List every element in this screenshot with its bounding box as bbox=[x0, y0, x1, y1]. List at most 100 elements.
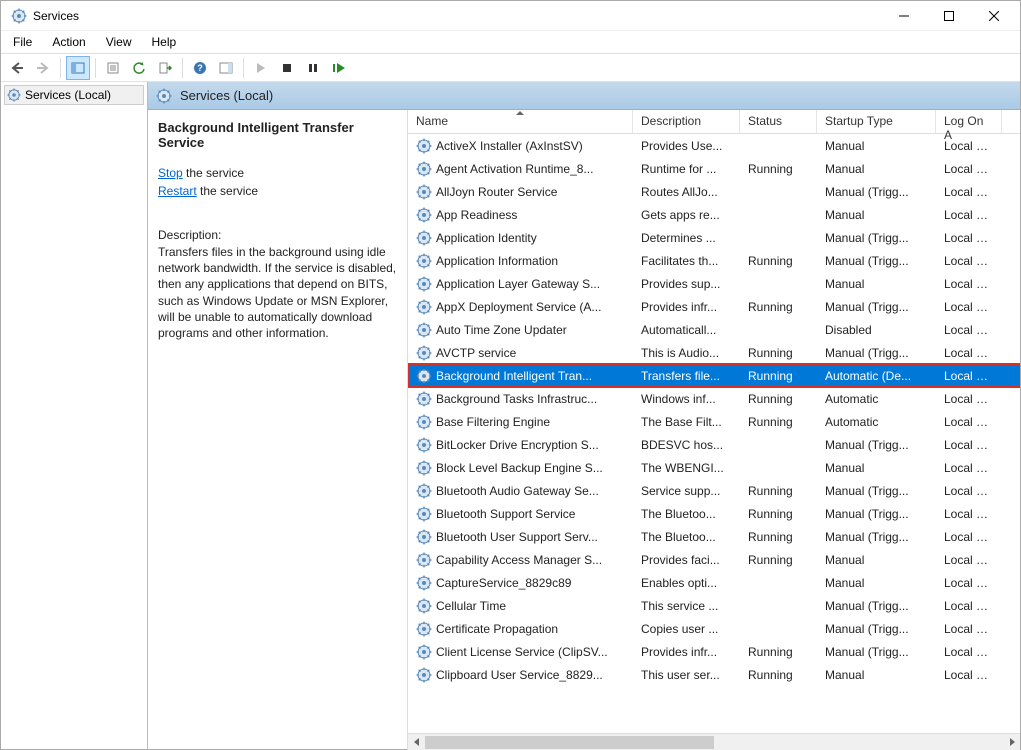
service-logon-cell: Local Sys bbox=[936, 622, 1002, 636]
table-row[interactable]: App Readiness Gets apps re... Manual Loc… bbox=[408, 203, 1020, 226]
gear-icon bbox=[416, 483, 432, 499]
tree-pane: Services (Local) bbox=[1, 82, 148, 750]
service-startup-cell: Manual bbox=[817, 277, 936, 291]
gear-icon bbox=[416, 460, 432, 476]
service-status-cell: Running bbox=[740, 369, 817, 383]
service-status-cell: Running bbox=[740, 254, 817, 268]
service-logon-cell: Local Ser bbox=[936, 323, 1002, 337]
table-row[interactable]: Background Intelligent Tran... Transfers… bbox=[408, 364, 1020, 387]
back-button[interactable] bbox=[5, 56, 29, 80]
service-name-cell: Base Filtering Engine bbox=[436, 415, 550, 429]
table-row[interactable]: Auto Time Zone Updater Automaticall... D… bbox=[408, 318, 1020, 341]
service-desc-cell: Runtime for ... bbox=[633, 162, 740, 176]
service-startup-cell: Manual (Trigg... bbox=[817, 185, 936, 199]
table-row[interactable]: Base Filtering Engine The Base Filt... R… bbox=[408, 410, 1020, 433]
col-header-description[interactable]: Description bbox=[633, 110, 740, 133]
table-row[interactable]: Application Layer Gateway S... Provides … bbox=[408, 272, 1020, 295]
stop-service-link[interactable]: Stop bbox=[158, 166, 183, 180]
restart-service-link[interactable]: Restart bbox=[158, 184, 197, 198]
gear-icon bbox=[416, 437, 432, 453]
table-row[interactable]: Block Level Backup Engine S... The WBENG… bbox=[408, 456, 1020, 479]
export-button[interactable] bbox=[153, 56, 177, 80]
service-desc-cell: Determines ... bbox=[633, 231, 740, 245]
table-row[interactable]: Cellular Time This service ... Manual (T… bbox=[408, 594, 1020, 617]
show-hide-action-button[interactable] bbox=[214, 56, 238, 80]
menu-action[interactable]: Action bbox=[42, 33, 95, 51]
gear-icon bbox=[416, 575, 432, 591]
menu-file[interactable]: File bbox=[3, 33, 42, 51]
table-row[interactable]: Background Tasks Infrastruc... Windows i… bbox=[408, 387, 1020, 410]
table-row[interactable]: AVCTP service This is Audio... Running M… bbox=[408, 341, 1020, 364]
table-row[interactable]: Capability Access Manager S... Provides … bbox=[408, 548, 1020, 571]
title-bar: Services bbox=[1, 1, 1020, 31]
right-pane: Services (Local) Background Intelligent … bbox=[148, 82, 1020, 750]
service-desc-cell: The Base Filt... bbox=[633, 415, 740, 429]
table-row[interactable]: BitLocker Drive Encryption S... BDESVC h… bbox=[408, 433, 1020, 456]
table-row[interactable]: CaptureService_8829c89 Enables opti... M… bbox=[408, 571, 1020, 594]
service-logon-cell: Local Ser bbox=[936, 185, 1002, 199]
menu-view[interactable]: View bbox=[96, 33, 142, 51]
service-logon-cell: Local Sys bbox=[936, 668, 1002, 682]
service-name-cell: Cellular Time bbox=[436, 599, 506, 613]
start-service-button[interactable] bbox=[249, 56, 273, 80]
table-row[interactable]: Application Information Facilitates th..… bbox=[408, 249, 1020, 272]
grid-body[interactable]: ActiveX Installer (AxInstSV) Provides Us… bbox=[408, 134, 1020, 733]
table-row[interactable]: Clipboard User Service_8829... This user… bbox=[408, 663, 1020, 686]
restart-service-button[interactable] bbox=[327, 56, 351, 80]
maximize-button[interactable] bbox=[926, 1, 971, 31]
service-startup-cell: Manual (Trigg... bbox=[817, 645, 936, 659]
help-button[interactable]: ? bbox=[188, 56, 212, 80]
minimize-button[interactable] bbox=[881, 1, 926, 31]
service-startup-cell: Manual (Trigg... bbox=[817, 346, 936, 360]
table-row[interactable]: Agent Activation Runtime_8... Runtime fo… bbox=[408, 157, 1020, 180]
col-header-logon[interactable]: Log On A bbox=[936, 110, 1002, 133]
service-logon-cell: Local Ser bbox=[936, 231, 1002, 245]
gear-icon bbox=[416, 322, 432, 338]
main-area: Services (Local) Services (Local) Backgr… bbox=[1, 82, 1020, 750]
service-name-cell: Application Information bbox=[436, 254, 558, 268]
refresh-button[interactable] bbox=[127, 56, 151, 80]
service-name-cell: ActiveX Installer (AxInstSV) bbox=[436, 139, 583, 153]
menu-help[interactable]: Help bbox=[142, 33, 187, 51]
service-logon-cell: Local Sys bbox=[936, 530, 1002, 544]
forward-button[interactable] bbox=[31, 56, 55, 80]
service-desc-cell: Windows inf... bbox=[633, 392, 740, 406]
table-row[interactable]: Bluetooth Support Service The Bluetoo...… bbox=[408, 502, 1020, 525]
service-desc-cell: Provides Use... bbox=[633, 139, 740, 153]
properties-button[interactable] bbox=[101, 56, 125, 80]
table-row[interactable]: Certificate Propagation Copies user ... … bbox=[408, 617, 1020, 640]
service-logon-cell: Local Sys bbox=[936, 576, 1002, 590]
col-header-status[interactable]: Status bbox=[740, 110, 817, 133]
table-row[interactable]: AllJoyn Router Service Routes AllJo... M… bbox=[408, 180, 1020, 203]
service-desc-cell: Provides infr... bbox=[633, 300, 740, 314]
service-startup-cell: Manual bbox=[817, 553, 936, 567]
table-row[interactable]: Bluetooth User Support Serv... The Bluet… bbox=[408, 525, 1020, 548]
gear-icon bbox=[416, 598, 432, 614]
service-name-cell: Agent Activation Runtime_8... bbox=[436, 162, 593, 176]
service-desc-cell: Enables opti... bbox=[633, 576, 740, 590]
service-name-cell: CaptureService_8829c89 bbox=[436, 576, 571, 590]
horizontal-scrollbar[interactable] bbox=[408, 733, 1020, 750]
scrollbar-thumb[interactable] bbox=[425, 736, 714, 749]
stop-service-button[interactable] bbox=[275, 56, 299, 80]
service-logon-cell: Local Ser bbox=[936, 507, 1002, 521]
service-logon-cell: Local Sys bbox=[936, 553, 1002, 567]
table-row[interactable]: ActiveX Installer (AxInstSV) Provides Us… bbox=[408, 134, 1020, 157]
tree-root-services-local[interactable]: Services (Local) bbox=[4, 85, 144, 105]
close-button[interactable] bbox=[971, 1, 1016, 31]
scroll-left-icon[interactable] bbox=[408, 734, 425, 750]
col-header-startup[interactable]: Startup Type bbox=[817, 110, 936, 133]
table-row[interactable]: Client License Service (ClipSV... Provid… bbox=[408, 640, 1020, 663]
service-name-cell: App Readiness bbox=[436, 208, 517, 222]
gear-icon bbox=[416, 391, 432, 407]
show-hide-tree-button[interactable] bbox=[66, 56, 90, 80]
col-header-name[interactable]: Name bbox=[408, 110, 633, 133]
table-row[interactable]: Bluetooth Audio Gateway Se... Service su… bbox=[408, 479, 1020, 502]
description-text: Transfers files in the background using … bbox=[158, 244, 399, 341]
table-row[interactable]: AppX Deployment Service (A... Provides i… bbox=[408, 295, 1020, 318]
scroll-right-icon[interactable] bbox=[1003, 734, 1020, 750]
table-row[interactable]: Application Identity Determines ... Manu… bbox=[408, 226, 1020, 249]
service-name-cell: Client License Service (ClipSV... bbox=[436, 645, 608, 659]
service-status-cell: Running bbox=[740, 530, 817, 544]
pause-service-button[interactable] bbox=[301, 56, 325, 80]
